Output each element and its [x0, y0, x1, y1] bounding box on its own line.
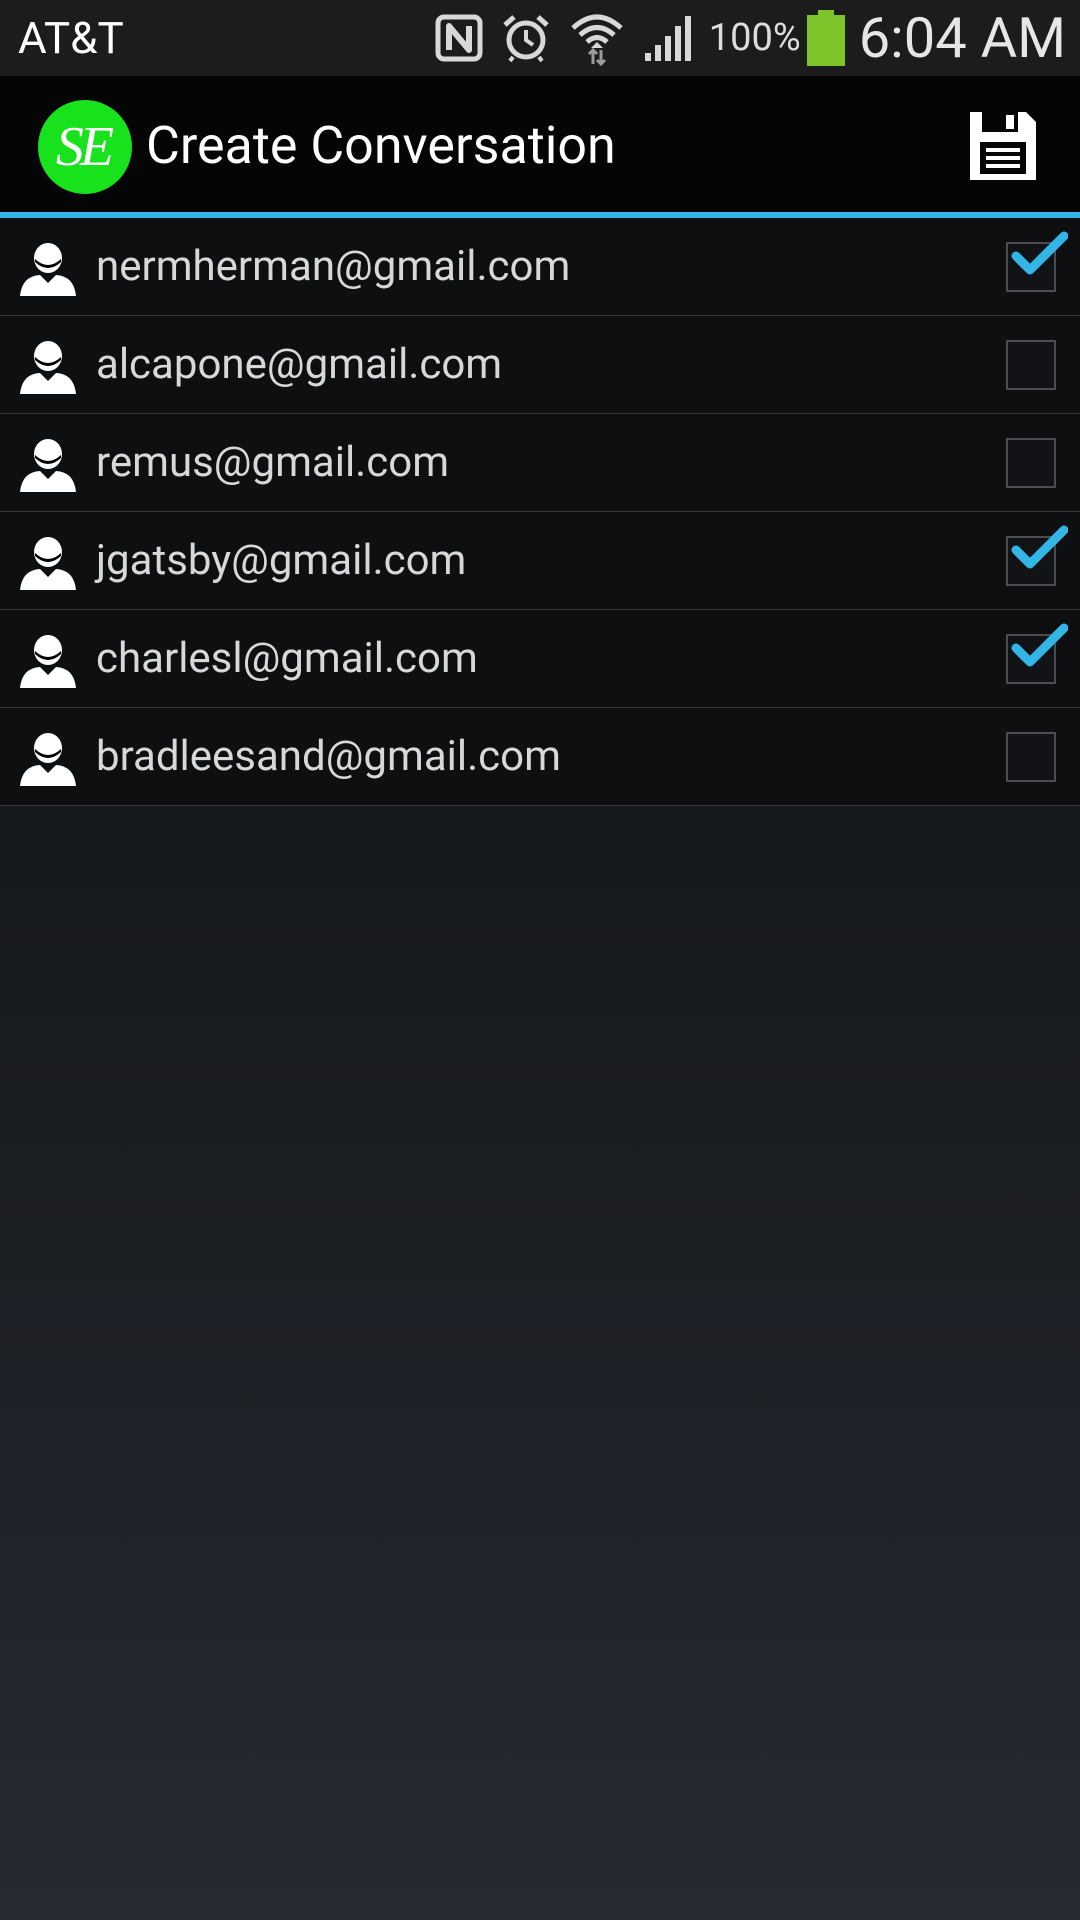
- person-icon: [20, 733, 76, 786]
- contact-checkbox[interactable]: [1006, 732, 1056, 782]
- contact-checkbox[interactable]: [1006, 634, 1056, 684]
- status-bar: AT&T 100% 6:04 AM: [0, 0, 1080, 76]
- carrier-label: AT&T: [18, 12, 124, 64]
- action-bar: SE Create Conversation: [0, 76, 1080, 212]
- contact-email: alcapone@gmail.com: [96, 340, 503, 389]
- signal-icon: [644, 16, 691, 61]
- contact-email: nermherman@gmail.com: [96, 242, 571, 291]
- person-icon: [20, 635, 76, 688]
- app-logo-text: SE: [55, 116, 114, 178]
- contact-checkbox[interactable]: [1006, 536, 1056, 586]
- contact-email: jgatsby@gmail.com: [96, 536, 467, 585]
- contact-row[interactable]: charlesl@gmail.com: [0, 610, 1080, 708]
- wifi-icon: [571, 14, 623, 66]
- contact-checkbox[interactable]: [1006, 242, 1056, 292]
- contact-email: charlesl@gmail.com: [96, 634, 478, 683]
- contact-list: nermherman@gmail.com alcapone@gmail.com re…: [0, 218, 1080, 806]
- clock: 6:04 AM: [858, 5, 1066, 71]
- nfc-icon: [435, 14, 483, 62]
- person-icon: [20, 243, 76, 296]
- save-icon[interactable]: [962, 106, 1042, 186]
- battery-icon: [806, 10, 845, 66]
- contact-email: remus@gmail.com: [96, 438, 450, 487]
- status-icons: 100% 6:04 AM: [435, 0, 1066, 76]
- contact-row[interactable]: jgatsby@gmail.com: [0, 512, 1080, 610]
- page-title: Create Conversation: [146, 115, 616, 176]
- person-icon: [20, 439, 76, 492]
- contact-row[interactable]: nermherman@gmail.com: [0, 218, 1080, 316]
- contact-row[interactable]: bradleesand@gmail.com: [0, 708, 1080, 806]
- person-icon: [20, 537, 76, 590]
- person-icon: [20, 341, 76, 394]
- contact-row[interactable]: remus@gmail.com: [0, 414, 1080, 512]
- alarm-icon: [503, 15, 549, 63]
- contact-checkbox[interactable]: [1006, 438, 1056, 488]
- contact-checkbox[interactable]: [1006, 340, 1056, 390]
- contact-email: bradleesand@gmail.com: [96, 732, 561, 781]
- contact-row[interactable]: alcapone@gmail.com: [0, 316, 1080, 414]
- app-logo[interactable]: SE: [38, 100, 132, 194]
- battery-percent: 100%: [708, 16, 801, 60]
